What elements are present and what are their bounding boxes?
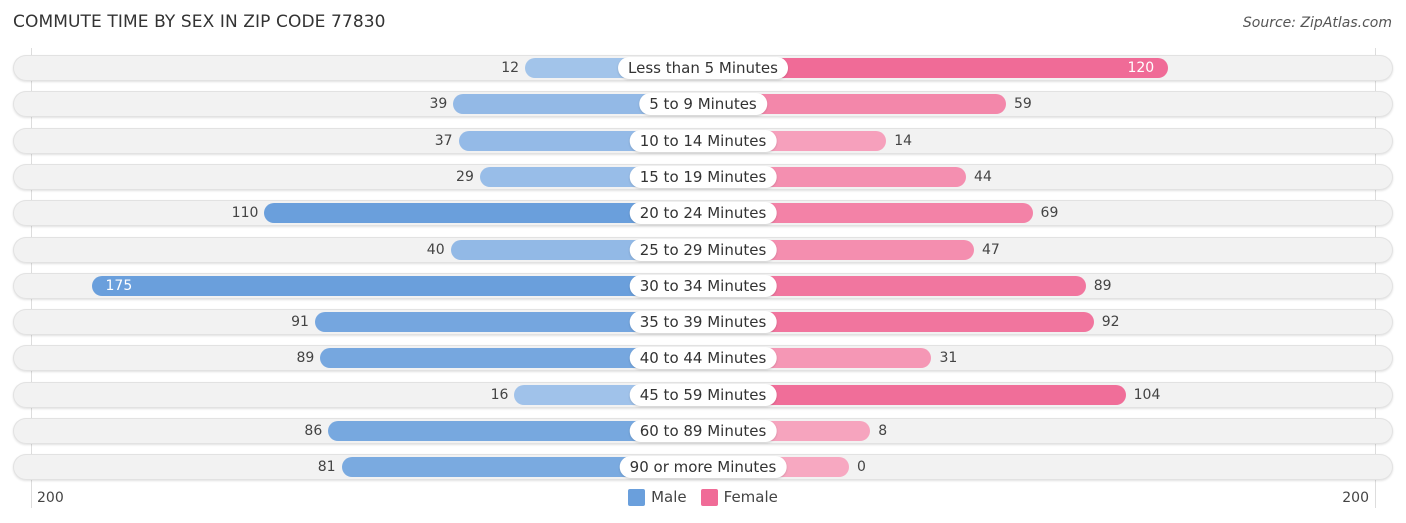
value-label-female: 44 <box>974 168 992 185</box>
category-label: 35 to 39 Minutes <box>629 311 777 334</box>
category-label: 45 to 59 Minutes <box>629 383 777 406</box>
value-label-female: 104 <box>1133 386 1161 403</box>
legend: Male Female <box>0 488 1406 506</box>
value-label-female: 89 <box>1093 277 1112 294</box>
value-label-male: 39 <box>429 96 448 113</box>
value-label-male: 81 <box>317 459 336 476</box>
value-label-female: 47 <box>982 241 1000 258</box>
value-label-female: 120 <box>1127 60 1155 76</box>
value-label-male: 175 <box>105 277 133 294</box>
value-label-male: 86 <box>304 423 323 439</box>
value-label-female: 59 <box>1013 96 1032 113</box>
value-label-male: 16 <box>490 386 509 403</box>
value-label-female: 0 <box>857 459 866 476</box>
value-label-female: 8 <box>878 423 888 439</box>
bar-male[interactable] <box>91 275 703 296</box>
value-label-male: 91 <box>291 314 309 331</box>
value-label-female: 69 <box>1040 205 1059 222</box>
category-label: 15 to 19 Minutes <box>629 165 777 188</box>
legend-swatch-male <box>628 488 646 506</box>
value-label-male: 110 <box>231 205 259 222</box>
legend-label-female: Female <box>723 488 778 506</box>
category-label: 25 to 29 Minutes <box>629 238 777 261</box>
value-label-male: 40 <box>426 241 445 258</box>
value-label-male: 12 <box>501 60 520 76</box>
category-label: 40 to 44 Minutes <box>629 347 777 370</box>
category-label: Less than 5 Minutes <box>618 57 788 79</box>
category-label: 90 or more Minutes <box>619 456 787 479</box>
legend-item-male[interactable]: Male <box>628 488 687 506</box>
chart-title: COMMUTE TIME BY SEX IN ZIP CODE 77830 <box>13 12 386 32</box>
value-label-male: 89 <box>296 350 315 367</box>
value-label-female: 14 <box>894 132 913 149</box>
legend-label-male: Male <box>651 488 687 506</box>
value-label-male: 29 <box>456 168 474 185</box>
category-label: 5 to 9 Minutes <box>639 93 767 116</box>
source-label: Source: ZipAtlas.com <box>1242 15 1392 31</box>
value-label-male: 37 <box>434 132 453 149</box>
legend-item-female[interactable]: Female <box>700 488 778 506</box>
value-label-female: 92 <box>1101 314 1120 331</box>
category-label: 20 to 24 Minutes <box>629 202 777 225</box>
category-label: 30 to 34 Minutes <box>629 274 777 297</box>
category-label: 10 to 14 Minutes <box>629 129 777 152</box>
category-label: 60 to 89 Minutes <box>629 420 777 442</box>
value-label-female: 31 <box>939 350 958 367</box>
legend-swatch-female <box>700 488 718 506</box>
